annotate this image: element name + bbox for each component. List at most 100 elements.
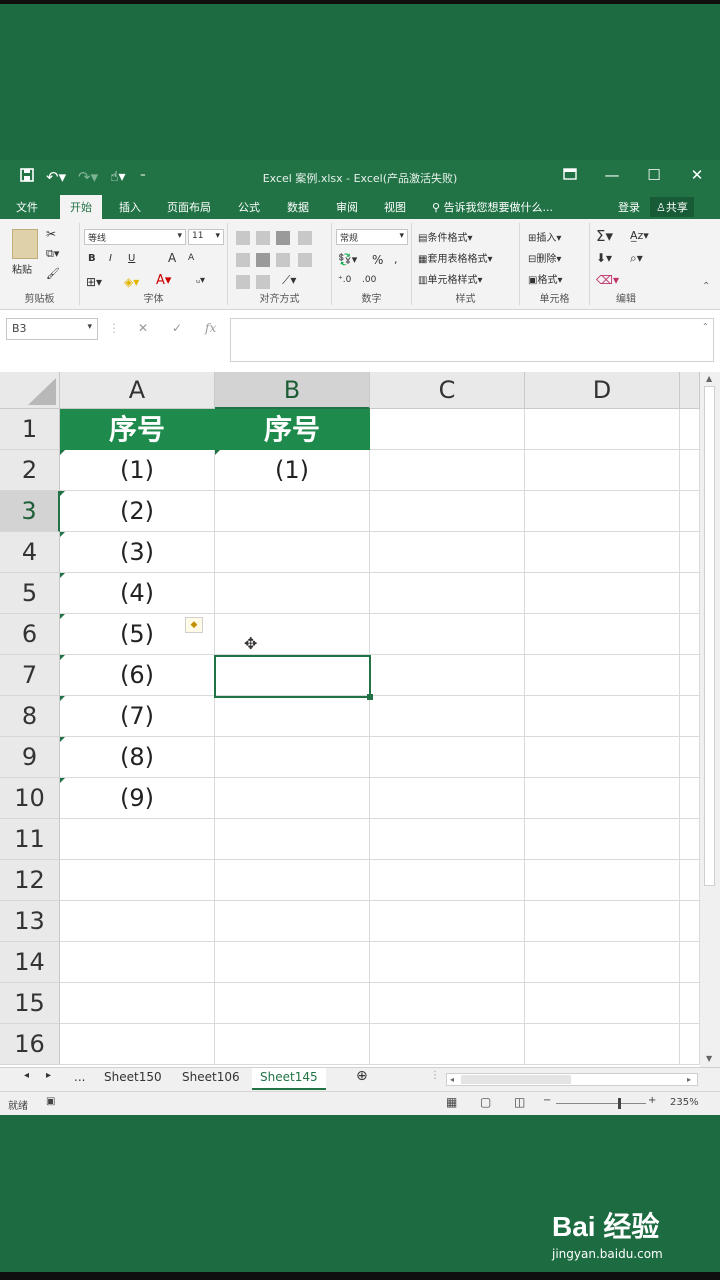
paste-button[interactable]: 粘贴 <box>12 229 38 276</box>
normal-view-icon[interactable]: ▦ <box>446 1095 457 1109</box>
name-box[interactable]: B3 ▾ <box>6 318 98 340</box>
cell-a12[interactable] <box>60 860 215 901</box>
cell-a9[interactable]: (8) <box>60 737 215 778</box>
cell-c6[interactable] <box>370 614 525 655</box>
percent-button[interactable]: % <box>372 253 383 267</box>
cell-d13[interactable] <box>525 901 680 942</box>
tab-home[interactable]: 开始 <box>60 195 102 219</box>
cell-c3[interactable] <box>370 491 525 532</box>
row-header-2[interactable]: 2 <box>0 450 60 491</box>
tab-insert[interactable]: 插入 <box>119 199 141 215</box>
cell-partial[interactable] <box>680 450 700 491</box>
number-format-select[interactable]: 常规 ▾ <box>336 229 408 245</box>
font-size-select[interactable]: 11 ▾ <box>188 229 224 245</box>
row-header-14[interactable]: 14 <box>0 942 60 983</box>
row-header-3[interactable]: 3 <box>0 491 60 532</box>
increase-indent-icon[interactable] <box>256 275 270 289</box>
cell-c11[interactable] <box>370 819 525 860</box>
cell-b4[interactable] <box>215 532 370 573</box>
expand-formula-icon[interactable]: ⌃ <box>702 322 709 331</box>
zoom-slider-thumb[interactable] <box>618 1098 621 1109</box>
cell-b2[interactable]: (1) <box>215 450 370 491</box>
scroll-right-icon[interactable]: ▸ <box>687 1075 691 1084</box>
cell-a11[interactable] <box>60 819 215 860</box>
cell-c12[interactable] <box>370 860 525 901</box>
column-header-d[interactable]: D <box>525 372 680 409</box>
cell-c14[interactable] <box>370 942 525 983</box>
share-button[interactable]: ♙共享 <box>650 197 694 217</box>
new-sheet-icon[interactable]: ⊕ <box>356 1068 368 1084</box>
align-left-icon[interactable] <box>236 253 250 267</box>
active-cell-selection[interactable] <box>214 655 371 698</box>
cell-b12[interactable] <box>215 860 370 901</box>
format-painter-icon[interactable]: 🖌 <box>46 267 60 280</box>
wrap-text-icon[interactable] <box>298 231 312 245</box>
sheet-tab-sheet145[interactable]: Sheet145 <box>252 1068 326 1090</box>
font-color-icon[interactable]: A▾ <box>156 273 171 288</box>
column-header-a[interactable]: A <box>60 372 215 409</box>
cell-a5[interactable]: (4) <box>60 573 215 614</box>
row-header-6[interactable]: 6 <box>0 614 60 655</box>
cell-d15[interactable] <box>525 983 680 1024</box>
column-header-partial[interactable] <box>680 372 700 409</box>
scroll-down-icon[interactable]: ▼ <box>706 1054 712 1063</box>
row-header-16[interactable]: 16 <box>0 1024 60 1065</box>
tab-view[interactable]: 视图 <box>384 199 406 215</box>
cut-icon[interactable]: ✂ <box>46 227 56 241</box>
cell-partial[interactable] <box>680 696 700 737</box>
align-center-icon[interactable] <box>256 253 270 267</box>
cell-d6[interactable] <box>525 614 680 655</box>
zoom-out-button[interactable]: − <box>543 1095 551 1106</box>
format-cells-button[interactable]: ▣格式▾ <box>528 271 562 286</box>
cell-d8[interactable] <box>525 696 680 737</box>
cell-c8[interactable] <box>370 696 525 737</box>
column-header-b[interactable]: B <box>215 372 370 409</box>
row-header-13[interactable]: 13 <box>0 901 60 942</box>
cell-a3[interactable]: (2) <box>60 491 215 532</box>
sheet-tab-sheet150[interactable]: Sheet150 <box>104 1070 162 1084</box>
clear-icon[interactable]: ⌫▾ <box>596 273 619 287</box>
currency-icon[interactable]: 💱▾ <box>338 253 357 266</box>
align-bottom-icon[interactable] <box>276 231 290 245</box>
zoom-level[interactable]: 235% <box>670 1097 699 1108</box>
row-header-10[interactable]: 10 <box>0 778 60 819</box>
cell-partial[interactable] <box>680 532 700 573</box>
cell-c1[interactable] <box>370 409 525 450</box>
cell-partial[interactable] <box>680 942 700 983</box>
more-sheets-button[interactable]: ... <box>74 1070 85 1084</box>
row-header-12[interactable]: 12 <box>0 860 60 901</box>
fill-handle[interactable] <box>367 694 373 700</box>
cell-d4[interactable] <box>525 532 680 573</box>
row-header-4[interactable]: 4 <box>0 532 60 573</box>
cell-partial[interactable] <box>680 409 700 450</box>
cell-b16[interactable] <box>215 1024 370 1065</box>
cell-partial[interactable] <box>680 614 700 655</box>
tab-data[interactable]: 数据 <box>287 199 309 215</box>
formula-input[interactable] <box>230 318 714 362</box>
align-right-icon[interactable] <box>276 253 290 267</box>
split-handle-icon[interactable]: ⋮ <box>430 1070 440 1081</box>
page-break-view-icon[interactable]: ◫ <box>514 1095 525 1109</box>
align-top-icon[interactable] <box>236 231 250 245</box>
row-header-9[interactable]: 9 <box>0 737 60 778</box>
cell-d1[interactable] <box>525 409 680 450</box>
vertical-scrollbar[interactable]: ▲ ▼ <box>700 372 720 1067</box>
cell-partial[interactable] <box>680 491 700 532</box>
cell-a1[interactable]: 序号 <box>60 409 215 450</box>
grow-font-button[interactable]: A <box>168 251 176 265</box>
cell-b14[interactable] <box>215 942 370 983</box>
fill-color-icon[interactable]: ◈▾ <box>124 275 139 289</box>
font-name-select[interactable]: 等线 ▾ <box>84 229 186 245</box>
cell-c13[interactable] <box>370 901 525 942</box>
cell-a15[interactable] <box>60 983 215 1024</box>
cell-d7[interactable] <box>525 655 680 696</box>
row-header-1[interactable]: 1 <box>0 409 60 450</box>
maximize-button[interactable]: ☐ <box>640 166 668 184</box>
horizontal-scrollbar[interactable]: ◂ ▸ <box>446 1073 698 1086</box>
cell-a2[interactable]: (1) <box>60 450 215 491</box>
zoom-slider[interactable] <box>556 1103 646 1104</box>
cell-c16[interactable] <box>370 1024 525 1065</box>
prev-sheet-icon[interactable]: ◂ <box>24 1070 29 1081</box>
cell-d3[interactable] <box>525 491 680 532</box>
tab-page-layout[interactable]: 页面布局 <box>167 199 211 215</box>
